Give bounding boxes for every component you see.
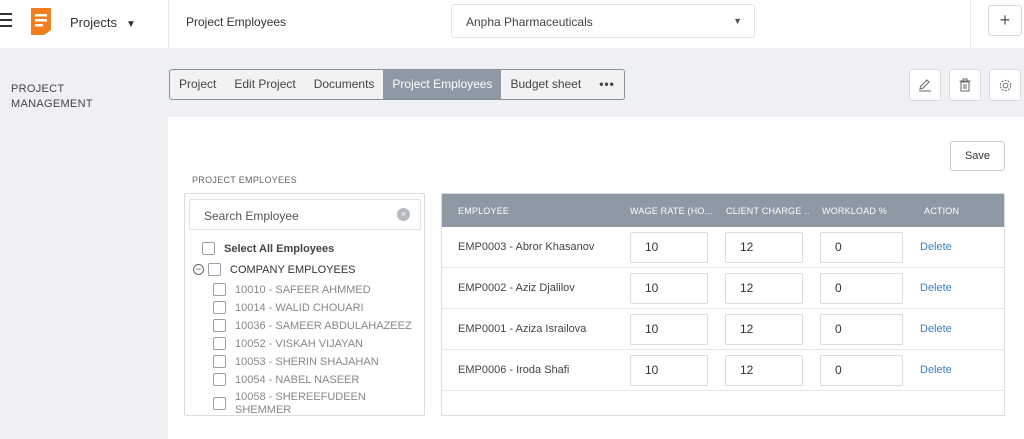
- checkbox[interactable]: [213, 355, 226, 368]
- client-charge-input[interactable]: 12: [725, 232, 803, 263]
- table-row: EMP0001 - Aziza Israilova 10 12 0 Delete: [442, 309, 1004, 350]
- clear-icon[interactable]: ×: [397, 208, 410, 221]
- checkbox[interactable]: [213, 373, 226, 386]
- tab-documents[interactable]: Documents: [305, 70, 384, 99]
- sidebar-section-line: MANAGEMENT: [11, 98, 93, 110]
- delete-link[interactable]: Delete: [920, 323, 952, 335]
- column-header: CLIENT CHARGE ...: [726, 206, 810, 216]
- delete-button[interactable]: [949, 69, 981, 101]
- column-header: WAGE RATE (HO...: [630, 206, 713, 216]
- checkbox[interactable]: [213, 301, 226, 314]
- employee-label: 10010 - SAFEER AHMMED: [235, 283, 371, 296]
- add-button[interactable]: +: [988, 5, 1022, 36]
- checkbox[interactable]: [208, 263, 221, 276]
- employee-name: EMP0006 - Iroda Shafi: [458, 364, 570, 376]
- tab-bar: Project Edit Project Documents Project E…: [169, 69, 625, 100]
- table-row: EMP0003 - Abror Khasanov 10 12 0 Delete: [442, 227, 1004, 268]
- table-row: EMP0002 - Aziz Djalilov 10 12 0 Delete: [442, 268, 1004, 309]
- list-item[interactable]: 10036 - SAMEER ABDULAHAZEEZ: [213, 319, 412, 332]
- employee-picker: Search Employee × Select All Employees −…: [184, 193, 425, 416]
- table-header: EMPLOYEE WAGE RATE (HO... CLIENT CHARGE …: [442, 194, 1004, 227]
- search-input[interactable]: Search Employee ×: [189, 199, 421, 230]
- list-item[interactable]: 10058 - SHEREEFUDEEN SHEMMER: [213, 391, 366, 416]
- edit-button[interactable]: [909, 69, 941, 101]
- list-item[interactable]: 10053 - SHERIN SHAJAHAN: [213, 355, 379, 368]
- wage-rate-input[interactable]: 10: [630, 355, 708, 386]
- module-label: Projects: [70, 15, 117, 30]
- employee-label: 10053 - SHERIN SHAJAHAN: [235, 355, 379, 368]
- list-item[interactable]: 10054 - NABEL NASEER: [213, 373, 359, 386]
- workload-input[interactable]: 0: [820, 314, 903, 345]
- tab-budget-sheet[interactable]: Budget sheet: [501, 70, 590, 99]
- delete-link[interactable]: Delete: [920, 241, 952, 253]
- select-all-label: Select All Employees: [224, 242, 335, 255]
- save-button[interactable]: Save: [950, 141, 1005, 171]
- group-label: COMPANY EMPLOYEES: [230, 263, 356, 276]
- employee-label: 10052 - VISKAH VIJAYAN: [235, 337, 363, 350]
- tab-edit-project[interactable]: Edit Project: [225, 70, 304, 99]
- workload-input[interactable]: 0: [820, 232, 903, 263]
- column-header: ACTION: [924, 206, 960, 216]
- page-title: Project Employees: [186, 15, 287, 29]
- divider: [168, 0, 169, 48]
- chevron-down-icon: ▼: [125, 19, 136, 30]
- list-item[interactable]: 10052 - VISKAH VIJAYAN: [213, 337, 363, 350]
- delete-link[interactable]: Delete: [920, 364, 952, 376]
- employee-label: 10054 - NABEL NASEER: [235, 373, 360, 386]
- employee-name-line: SHEMMER: [235, 404, 292, 416]
- tab-project-employees[interactable]: Project Employees: [383, 70, 502, 99]
- sidebar-section-label: PROJECT MANAGEMENT: [11, 82, 93, 112]
- company-select[interactable]: Anpha Pharmaceuticals ▼: [451, 4, 755, 38]
- section-title: PROJECT EMPLOYEES: [192, 175, 297, 185]
- employee-label: 10036 - SAMEER ABDULAHAZEEZ: [235, 319, 412, 332]
- checkbox[interactable]: [213, 397, 226, 410]
- workload-input[interactable]: 0: [820, 273, 903, 304]
- group-row[interactable]: − COMPANY EMPLOYEES: [193, 263, 356, 276]
- main-card: Save PROJECT EMPLOYEES Search Employee ×…: [168, 117, 1024, 439]
- app-logo-icon: [31, 8, 51, 35]
- sidebar-section-line: PROJECT: [11, 83, 65, 95]
- module-select[interactable]: Projects ▼: [70, 15, 136, 30]
- employees-table: EMPLOYEE WAGE RATE (HO... CLIENT CHARGE …: [441, 193, 1005, 416]
- wage-rate-input[interactable]: 10: [630, 232, 708, 263]
- tab-more[interactable]: •••: [590, 70, 624, 99]
- delete-link[interactable]: Delete: [920, 282, 952, 294]
- employee-label: 10014 - WALID CHOUARI: [235, 301, 364, 314]
- checkbox[interactable]: [213, 283, 226, 296]
- brand-area: Projects ▼: [0, 0, 168, 48]
- employee-name-line: 10058 - SHEREEFUDEEN: [235, 391, 366, 403]
- workload-input[interactable]: 0: [820, 355, 903, 386]
- checkbox[interactable]: [202, 242, 215, 255]
- chevron-down-icon: ▼: [733, 16, 742, 26]
- column-header: WORKLOAD %: [822, 206, 888, 216]
- company-label: Anpha Pharmaceuticals: [466, 15, 593, 29]
- wage-rate-input[interactable]: 10: [630, 314, 708, 345]
- divider: [970, 0, 971, 48]
- select-all-row[interactable]: Select All Employees: [202, 242, 334, 255]
- search-placeholder: Search Employee: [204, 209, 299, 223]
- client-charge-input[interactable]: 12: [725, 355, 803, 386]
- client-charge-input[interactable]: 12: [725, 314, 803, 345]
- list-item[interactable]: 10010 - SAFEER AHMMED: [213, 283, 371, 296]
- table-row: EMP0006 - Iroda Shafi 10 12 0 Delete: [442, 350, 1004, 391]
- checkbox[interactable]: [213, 337, 226, 350]
- settings-button[interactable]: [989, 69, 1021, 101]
- column-header: EMPLOYEE: [458, 206, 510, 216]
- gear-icon: [999, 79, 1011, 91]
- employee-name: EMP0003 - Abror Khasanov: [458, 241, 595, 253]
- hamburger-menu-icon[interactable]: [0, 13, 13, 29]
- tab-project[interactable]: Project: [170, 70, 225, 99]
- employee-name: EMP0002 - Aziz Djalilov: [458, 282, 575, 294]
- collapse-icon[interactable]: −: [193, 264, 204, 275]
- pencil-icon: [919, 79, 931, 92]
- top-bar: Projects ▼ Project Employees Anpha Pharma…: [0, 0, 1024, 48]
- wage-rate-input[interactable]: 10: [630, 273, 708, 304]
- trash-icon: [959, 78, 971, 92]
- list-item[interactable]: 10014 - WALID CHOUARI: [213, 301, 364, 314]
- client-charge-input[interactable]: 12: [725, 273, 803, 304]
- employee-label: 10058 - SHEREEFUDEEN SHEMMER: [235, 391, 366, 416]
- employee-name: EMP0001 - Aziza Israilova: [458, 323, 587, 335]
- checkbox[interactable]: [213, 319, 226, 332]
